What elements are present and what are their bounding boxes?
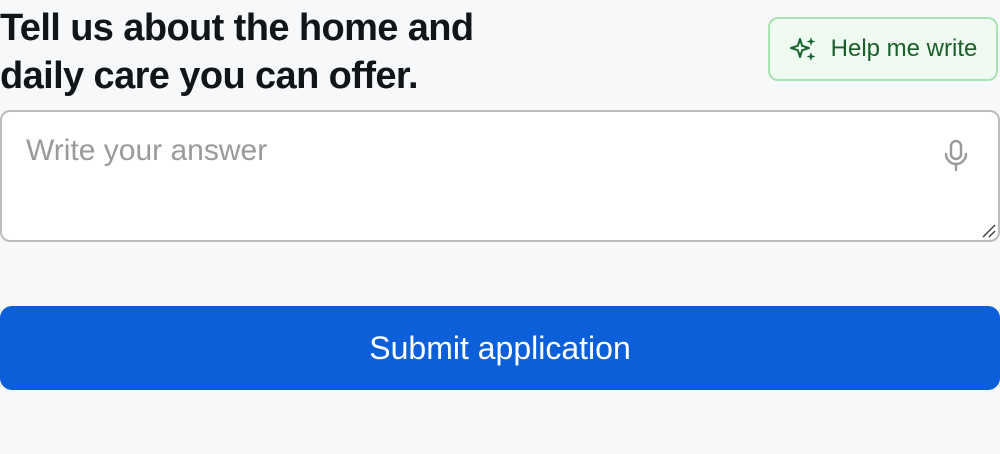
help-me-write-button[interactable]: Help me write — [768, 17, 998, 81]
answer-field — [0, 110, 1000, 242]
resize-handle[interactable] — [980, 222, 996, 238]
microphone-icon[interactable] — [942, 138, 970, 174]
sparkle-icon — [789, 34, 819, 64]
question-heading: Tell us about the home and daily care yo… — [0, 7, 474, 97]
submit-application-button[interactable]: Submit application — [0, 306, 1000, 390]
answer-textarea[interactable] — [26, 134, 926, 224]
application-question-page: Tell us about the home and daily care yo… — [0, 0, 1000, 454]
help-me-write-label: Help me write — [830, 35, 978, 62]
